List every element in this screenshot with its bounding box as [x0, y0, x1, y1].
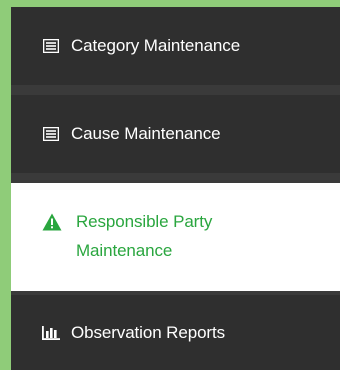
sidebar-item-label: Cause Maintenance — [71, 124, 221, 143]
sidebar-item-responsible-party-maintenance[interactable]: Responsible Party Maintenance — [11, 183, 340, 291]
sidebar-item-label: Observation Reports — [71, 322, 226, 342]
sidebar-item-label: Category Maintenance — [71, 36, 241, 55]
menu-divider — [11, 85, 340, 95]
list-icon — [43, 39, 59, 53]
sidebar-item-cause-maintenance[interactable]: Cause Maintenance — [11, 95, 340, 173]
sidebar-item-category-maintenance[interactable]: Category Maintenance — [11, 7, 340, 85]
sidebar-item-observation-reports[interactable]: Observation Reports — [11, 295, 340, 370]
list-icon — [43, 127, 59, 141]
sidebar-menu: Category Maintenance Cause Maintenance R… — [11, 7, 340, 370]
warning-icon — [42, 213, 62, 231]
sidebar-frame: Category Maintenance Cause Maintenance R… — [0, 0, 340, 370]
menu-divider — [11, 173, 340, 183]
bar-chart-icon — [42, 325, 60, 340]
sidebar-item-label: Responsible Party Maintenance — [76, 212, 213, 260]
